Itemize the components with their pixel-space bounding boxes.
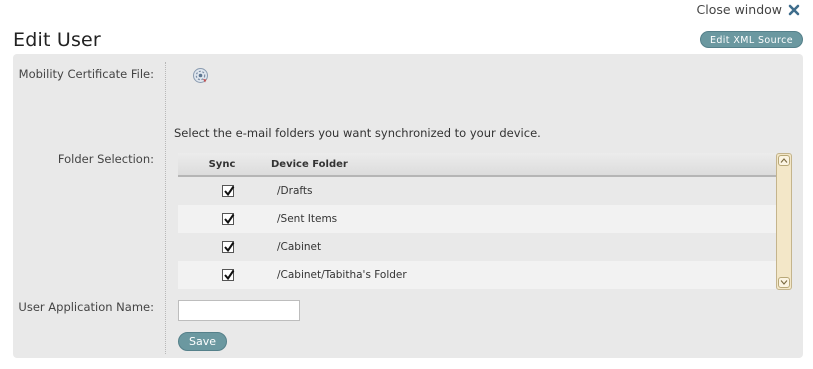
edit-xml-source-button[interactable]: Edit XML Source [699,31,803,48]
folder-scrollbar[interactable] [776,153,792,290]
close-window-label: Close window [696,2,782,17]
table-row: /Drafts [178,177,776,205]
folder-name: /Drafts [277,185,313,197]
table-row: /Cabinet [178,233,776,261]
scroll-up-icon[interactable] [778,155,790,166]
sync-checkbox[interactable] [221,269,234,281]
folder-instruction: Select the e-mail folders you want synch… [174,126,541,140]
col-device-folder-header[interactable]: Device Folder [266,159,348,170]
sync-checkbox[interactable] [221,241,234,253]
folder-name: /Sent Items [277,213,338,225]
form-divider [165,62,166,354]
close-icon[interactable] [788,4,800,16]
edit-user-window: Close window Edit User Edit XML Source M… [0,0,813,369]
sync-checkbox[interactable] [221,213,234,225]
folder-name: /Cabinet/Tabitha's Folder [277,269,407,281]
certificate-icon[interactable] [192,67,209,88]
app-name-label: User Application Name: [18,300,154,314]
col-sync-header[interactable]: Sync [178,159,266,170]
save-button[interactable]: Save [178,332,228,351]
sync-checkbox[interactable] [221,185,234,197]
table-row: /Cabinet/Tabitha's Folder [178,261,776,289]
table-row: /Sent Items [178,205,776,233]
scroll-down-icon[interactable] [778,277,790,288]
app-name-input[interactable] [178,300,300,321]
folder-table: Sync Device Folder /Drafts /Sent Items /… [178,153,776,289]
folder-selection-label: Folder Selection: [57,152,154,166]
page-title: Edit User [13,29,101,51]
table-header: Sync Device Folder [178,153,776,177]
close-window-link[interactable]: Close window [697,2,800,17]
cert-label: Mobility Certificate File: [18,67,154,81]
folder-name: /Cabinet [277,241,322,253]
